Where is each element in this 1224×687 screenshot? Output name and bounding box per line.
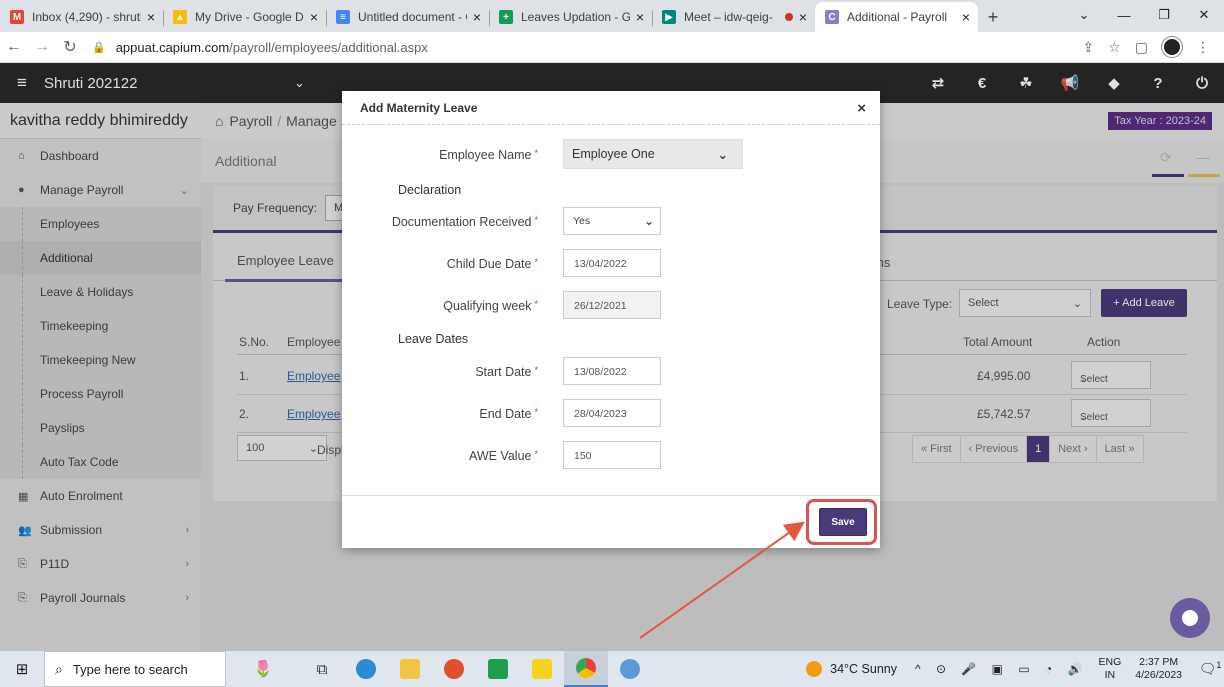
taskbar-search-placeholder: Type here to search [72,661,188,677]
system-tray: 34°C Sunny ^ ⊙ 🎤 ▣ ▭ ◔ 🔊 ENG IN 2:37 PM 4/… [806,651,1224,687]
chrome-icon[interactable] [564,651,608,687]
browser-tab[interactable]: ≡ Untitled document - G × [326,2,489,32]
chat-widget-button[interactable] [1170,598,1210,638]
news-widget-icon[interactable]: 🌷 [226,651,300,687]
taskbar-search[interactable]: ⌕ Type here to search [44,651,226,687]
notification-icon[interactable]: 🗨1 [1196,660,1224,678]
modal-footer [342,495,880,496]
browser-menu-icon[interactable]: ⋮ [1196,39,1210,56]
employee-name-row: Employee Name * Employee One ⌄ [342,139,880,170]
awe-value-row: AWE Value * 150 [342,441,880,471]
bookmark-star-icon[interactable]: ☆ [1108,39,1121,56]
modal-title: Add Maternity Leave [360,100,478,115]
browser-tab-title: Leaves Updation - Go [521,10,630,24]
browser-tab[interactable]: M Inbox (4,290) - shruthi × [0,2,163,32]
meet-icon: ▶ [662,10,676,24]
tab-search-icon[interactable]: ⌄ [1064,0,1104,30]
browser-tab[interactable]: ▶ Meet – idw-qeig- × [652,2,815,32]
chevron-down-icon: ⌄ [717,147,728,162]
chat-app-icon[interactable] [476,651,520,687]
close-tab-icon[interactable]: × [473,9,481,25]
end-date-input[interactable]: 28/04/2023 [563,399,661,427]
reload-button[interactable]: ↻ [56,37,84,57]
url-field[interactable]: 🔒 appuat.capium.com/payroll/employees/ad… [92,34,1082,60]
documentation-received-select[interactable]: Yes ⌄ [563,207,661,235]
minimize-button[interactable]: — [1104,0,1144,30]
declaration-heading: Declaration [398,183,462,197]
close-tab-icon[interactable]: × [147,9,155,25]
close-tab-icon[interactable]: × [310,9,318,25]
address-bar: ← → ↻ 🔒 appuat.capium.com/payroll/employ… [0,32,1224,63]
end-date-row: End Date * 28/04/2023 [342,399,880,429]
restore-button[interactable]: ❐ [1144,0,1184,30]
url-path: /payroll/employees/additional.aspx [229,39,428,55]
windows-taskbar: ⊞ ⌕ Type here to search 🌷 ⧉ 34°C Sunny ^… [0,651,1224,687]
tray-icons[interactable]: ^ ⊙ 🎤 ▣ ▭ ◔ 🔊 [915,662,1089,676]
close-window-button[interactable]: ✕ [1184,0,1224,30]
search-icon: ⌕ [55,660,63,677]
browser-tab-title: My Drive - Google Dri [195,10,304,24]
documentation-received-row: Documentation Received * Yes ⌄ [342,207,880,237]
modal-header: Add Maternity Leave × [342,91,880,125]
documentation-received-label: Documentation Received * [391,215,538,229]
leave-dates-heading: Leave Dates [398,332,469,346]
employee-name-label: Employee Name * [439,148,538,162]
start-date-row: Start Date * 13/08/2022 [342,357,880,387]
child-due-date-label: Child Due Date * [446,257,538,271]
close-icon[interactable]: × [857,100,866,117]
window-controls: ⌄ — ❐ ✕ [1064,0,1224,30]
start-date-input[interactable]: 13/08/2022 [563,357,661,385]
windows-start-icon[interactable]: ⊞ [0,660,44,678]
app-icon[interactable] [432,651,476,687]
awe-value-input[interactable]: 150 [563,441,661,469]
qualifying-week-label: Qualifying week * [443,299,538,313]
close-tab-icon[interactable]: × [636,9,644,25]
save-button[interactable]: Save [819,508,867,536]
chevron-down-icon: ⌄ [643,214,654,228]
child-due-date-row: Child Due Date * 13/04/2022 [342,249,880,279]
task-view-icon[interactable]: ⧉ [300,651,344,687]
browser-tab[interactable]: + Leaves Updation - Go × [489,2,652,32]
recording-icon [784,13,793,21]
profile-avatar[interactable] [1162,37,1182,57]
edge-icon[interactable] [344,651,388,687]
close-tab-icon[interactable]: × [799,9,807,25]
browser-tab[interactable]: C Additional - Payroll × [815,2,978,32]
start-date-label: Start Date * [475,365,538,379]
browser-tab[interactable]: ▲ My Drive - Google Dri × [163,2,326,32]
add-maternity-leave-modal: Add Maternity Leave × Employee Name * Emp… [342,91,880,548]
file-explorer-icon[interactable] [388,651,432,687]
snipping-tool-icon[interactable] [608,651,652,687]
language-indicator[interactable]: ENG IN [1099,656,1122,682]
drive-icon: ▲ [173,10,187,24]
gmail-icon: M [10,10,24,24]
browser-tab-strip: M Inbox (4,290) - shruthi × ▲ My Drive - Goo… [0,0,1224,32]
browser-tab-title: Untitled document - G [358,10,467,24]
browser-tab-title: Additional - Payroll [847,10,948,24]
sheets-icon: + [499,10,513,24]
child-due-date-input[interactable]: 13/04/2022 [563,249,661,277]
side-panel-icon[interactable]: ▢ [1135,39,1148,56]
end-date-label: End Date * [479,407,538,421]
forward-button[interactable]: → [28,38,56,56]
docs-icon: ≡ [336,10,350,24]
share-icon[interactable]: ⇪ [1082,39,1094,56]
clock[interactable]: 2:37 PM 4/26/2023 [1135,656,1182,682]
qualifying-week-input: 26/12/2021 [563,291,661,319]
new-tab-button[interactable]: + [978,2,1008,32]
close-tab-icon[interactable]: × [962,9,970,25]
awe-value-label: AWE Value * [468,449,538,463]
url-host: appuat.capium.com [115,39,230,55]
lock-icon: 🔒 [92,41,106,54]
browser-tab-title: Meet – idw-qeig- [684,10,773,24]
back-button[interactable]: ← [0,38,28,56]
weather-text[interactable]: 34°C Sunny [830,662,897,676]
weather-icon [806,661,823,677]
employee-name-select[interactable]: Employee One ⌄ [563,139,743,169]
qualifying-week-row: Qualifying week * 26/12/2021 [342,291,880,321]
browser-tab-title: Inbox (4,290) - shruthi [32,10,141,24]
sticky-notes-icon[interactable] [520,651,564,687]
capium-icon: C [825,10,839,24]
